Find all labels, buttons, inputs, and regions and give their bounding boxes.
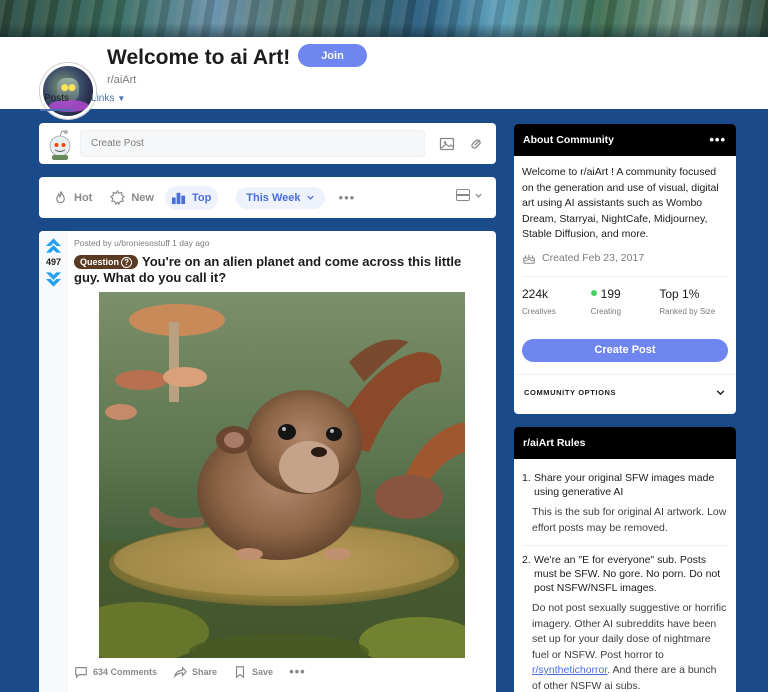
community-options-toggle[interactable]: COMMUNITY OPTIONS [514,374,736,410]
rules-header: r/aiArt Rules [514,427,736,459]
layout-switch-button[interactable] [456,189,483,201]
upvote-icon[interactable] [44,237,63,255]
flame-icon [56,191,65,204]
create-post-bar: Create Post [39,123,496,164]
rule-title: We're an "E for everyone" sub. Posts mus… [534,554,721,594]
sort-top-button[interactable]: Top [164,185,219,210]
post-flair[interactable]: Question? [74,255,139,269]
bookmark-icon [235,665,245,678]
about-community-widget: About Community ••• Welcome to r/aiArt !… [514,124,736,414]
rule-item[interactable]: 1. Share your original SFW images made us… [522,471,728,536]
stat-online-label: Creating [590,306,621,316]
created-date: Created Feb 23, 2017 [542,251,645,264]
sort-bar: Hot New Top This Week ••• [39,177,496,218]
share-label: Share [192,666,218,677]
time-range-label: This Week [246,191,301,204]
image-upload-icon[interactable] [439,136,455,152]
online-dot-icon [590,290,597,296]
downvote-icon[interactable] [44,270,63,288]
tab-posts-label: Posts [44,93,70,104]
stat-members-value: 224k [522,287,549,301]
rule-title: Share your original SFW images made usin… [534,472,715,498]
stat-rank-label: Ranked by Size [659,306,716,316]
stat-online: 199 Creating [590,287,660,319]
chevron-down-icon [306,195,314,200]
question-icon: ? [121,257,133,268]
about-community-header: About Community ••• [514,124,736,156]
about-community-heading: About Community [523,134,614,146]
create-post-button[interactable]: Create Post [522,339,728,362]
share-button[interactable]: Share [173,665,217,679]
rule-item[interactable]: 2. We're an "E for everyone" sub. Posts m… [522,553,728,692]
rule-description-text: Do not post sexually suggestive or horri… [532,602,727,661]
stat-rank-value: Top 1% [659,287,700,301]
card-layout-icon [456,189,470,201]
sort-hot-label: Hot [74,191,93,204]
synthetichorror-link[interactable]: r/synthetichorror [532,664,607,676]
community-stats: 224k Creatives 199 Creating Top 1% Ranke… [522,277,728,319]
share-icon [173,665,187,678]
vote-count: 497 [45,257,62,267]
divider [522,545,728,546]
rules-heading: r/aiArt Rules [523,437,586,449]
comment-icon [75,666,87,679]
community-banner [0,0,768,37]
user-avatar-icon [49,129,71,160]
community-description: Welcome to r/aiArt ! A community focused… [522,166,719,240]
post-image[interactable] [99,292,465,658]
community-header: Welcome to ai Art! r/aiArt Join Posts Li… [0,37,768,119]
rules-widget: r/aiArt Rules 1. Share your original SFW … [514,427,736,692]
sort-hot-button[interactable]: Hot [53,186,92,210]
create-post-input[interactable]: Create Post [80,130,425,157]
cake-icon [523,254,535,265]
rule-description: Do not post sexually suggestive or horri… [522,601,728,692]
community-title: Welcome to ai Art! [107,46,291,69]
comments-button[interactable]: 634 Comments [74,665,157,679]
post-actions: 634 Comments Share Save ••• [74,664,306,679]
tab-links[interactable]: Links ▼ [87,93,129,109]
subreddit-name: r/aiArt [107,74,137,86]
link-icon[interactable] [468,136,484,152]
save-label: Save [252,666,274,677]
sort-top-label: Top [191,191,212,204]
comments-label: 634 Comments [93,666,158,677]
post-more-icon[interactable]: ••• [289,664,306,679]
post-meta: Posted by u/broniesnstuff 1 day ago [74,238,210,248]
time-range-dropdown[interactable]: This Week [236,186,325,209]
chevron-down-icon [475,193,482,198]
chevron-down-icon [716,390,725,396]
rule-description: This is the sub for original AI artwork.… [532,506,727,534]
more-options-icon[interactable]: ••• [709,124,726,156]
join-button[interactable]: Join [298,44,367,67]
community-options-label: COMMUNITY OPTIONS [524,388,617,397]
save-button[interactable]: Save [233,665,273,679]
stat-members: 224k Creatives [522,287,591,319]
created-date-row: Created Feb 23, 2017 [522,251,728,267]
tab-posts[interactable]: Posts [40,93,74,111]
stat-members-label: Creatives [522,306,556,316]
community-tabs: Posts Links ▼ [40,93,129,111]
tab-links-label: Links [91,93,115,104]
top-bars-icon [171,192,186,205]
post-card[interactable]: 497 Posted by u/broniesnstuff 1 day ago … [39,231,496,692]
sparkle-burst-icon [110,190,126,205]
post-flair-label: Question [80,257,120,267]
stat-online-value-row: 199 [590,287,660,303]
sort-new-label: New [131,191,154,204]
sort-new-button[interactable]: New [110,186,154,210]
vote-column: 497 [39,231,68,692]
stat-rank: Top 1% Ranked by Size [659,287,728,319]
chevron-down-icon: ▼ [117,94,126,103]
stat-online-value: 199 [600,287,621,301]
more-options-icon[interactable]: ••• [339,190,356,205]
rule-number: 1. [522,472,531,484]
post-title[interactable]: Question? You're on an alien planet and c… [74,254,484,286]
rule-number: 2. [522,554,531,566]
